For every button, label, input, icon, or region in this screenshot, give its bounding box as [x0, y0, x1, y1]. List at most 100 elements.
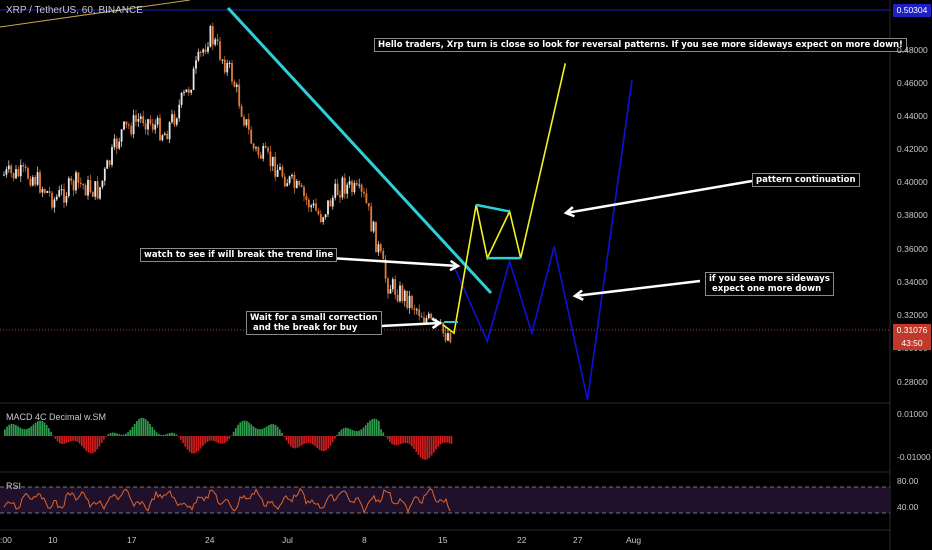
- pattern-note[interactable]: pattern continuation: [752, 173, 860, 187]
- candle-body: [211, 26, 214, 45]
- rsi-tick: 80.00: [897, 476, 919, 486]
- candle-body: [137, 118, 140, 122]
- candle-body: [89, 180, 92, 193]
- high-price-badge: 0.50304: [893, 4, 931, 17]
- candle-body: [406, 290, 409, 308]
- candle-body: [159, 117, 161, 141]
- x-tick: :00: [0, 535, 12, 545]
- macd-bar: [309, 436, 312, 444]
- macd-bar: [257, 429, 259, 436]
- candle-body: [353, 183, 356, 193]
- candle-body: [228, 62, 231, 64]
- macd-bar: [138, 419, 140, 436]
- candle-body: [154, 124, 157, 130]
- macd-bar: [307, 436, 310, 443]
- candle-body: [118, 141, 121, 149]
- macd-bar: [314, 436, 316, 447]
- candle-body: [111, 147, 113, 165]
- macd-bar: [30, 426, 33, 436]
- sideways-note[interactable]: if you see more sideways expect one more…: [705, 272, 834, 296]
- macd-bar: [296, 436, 299, 448]
- macd-bar: [206, 436, 209, 442]
- macd-bar: [127, 432, 129, 436]
- candle-body: [382, 250, 385, 260]
- macd-bar: [184, 436, 187, 447]
- candle-body: [130, 125, 133, 135]
- candle-body: [307, 199, 310, 208]
- candle-body: [108, 160, 111, 165]
- macd-bar: [243, 420, 246, 436]
- macd-bar: [408, 436, 411, 445]
- macd-bar: [422, 436, 424, 460]
- macd-bar: [369, 420, 371, 436]
- macd-bar: [272, 424, 275, 436]
- candle-body: [51, 192, 53, 208]
- macd-bar: [318, 436, 321, 450]
- macd-bar: [85, 436, 88, 451]
- candle-body: [192, 68, 195, 90]
- candle-body: [425, 318, 428, 323]
- macd-bar: [107, 434, 110, 436]
- macd-bar: [23, 429, 26, 436]
- macd-bar: [250, 424, 253, 436]
- y-tick: 0.42000: [897, 144, 928, 154]
- candle-body: [183, 92, 185, 94]
- macd-bar: [92, 436, 94, 454]
- macd-bar: [109, 433, 112, 436]
- macd-bar: [45, 424, 48, 436]
- candle-body: [262, 145, 265, 159]
- candle-body: [413, 308, 416, 310]
- candle-body: [226, 63, 229, 73]
- candle-body: [223, 59, 226, 73]
- macd-bar: [175, 434, 178, 436]
- candle-body: [79, 182, 82, 184]
- macd-bar: [193, 436, 195, 454]
- macd-bar: [202, 436, 204, 447]
- macd-bar: [78, 436, 81, 444]
- macd-bar: [298, 436, 301, 447]
- candle-body: [403, 290, 406, 302]
- candle-body: [444, 333, 447, 341]
- sideways-arrow: [574, 279, 701, 298]
- trendline-note[interactable]: watch to see if will break the trend lin…: [140, 248, 338, 262]
- macd-bar: [208, 436, 211, 441]
- candle-body: [423, 317, 425, 323]
- macd-bar: [237, 424, 239, 436]
- macd-bar: [169, 433, 171, 436]
- macd-bar: [140, 417, 143, 436]
- candle-body: [96, 181, 99, 199]
- macd-bar: [15, 424, 17, 436]
- x-tick: 8: [362, 535, 367, 545]
- candle-body: [99, 187, 101, 199]
- macd-bar: [59, 436, 61, 444]
- candle-body: [387, 278, 389, 294]
- candle-body: [48, 191, 51, 193]
- candle-body: [281, 166, 284, 177]
- y-tick: 0.32000: [897, 310, 928, 320]
- macd-bar: [437, 436, 440, 447]
- macd-bar: [72, 436, 74, 441]
- candle-body: [149, 119, 152, 124]
- macd-bar: [301, 436, 303, 446]
- macd-bar: [373, 418, 376, 436]
- headline-note[interactable]: Hello traders, Xrp turn is close so look…: [374, 38, 907, 52]
- macd-bar: [389, 436, 391, 443]
- correction-note[interactable]: Wait for a small correction and the brea…: [246, 311, 382, 335]
- macd-bar: [142, 417, 145, 436]
- macd-bar: [226, 436, 228, 442]
- candle-body: [120, 129, 123, 142]
- candle-body: [343, 177, 346, 194]
- macd-bar: [94, 436, 96, 452]
- macd-bar: [103, 436, 105, 440]
- candle-body: [67, 178, 70, 196]
- candle-body: [420, 316, 423, 318]
- macd-bar: [254, 427, 257, 436]
- macd-bar: [162, 434, 165, 436]
- macd-bar: [287, 436, 290, 444]
- candle-body: [355, 183, 358, 185]
- macd-bar: [274, 424, 277, 436]
- macd-bar: [367, 422, 369, 436]
- macd-bar: [329, 436, 332, 446]
- macd-bar: [351, 430, 354, 436]
- macd-bar: [435, 436, 437, 450]
